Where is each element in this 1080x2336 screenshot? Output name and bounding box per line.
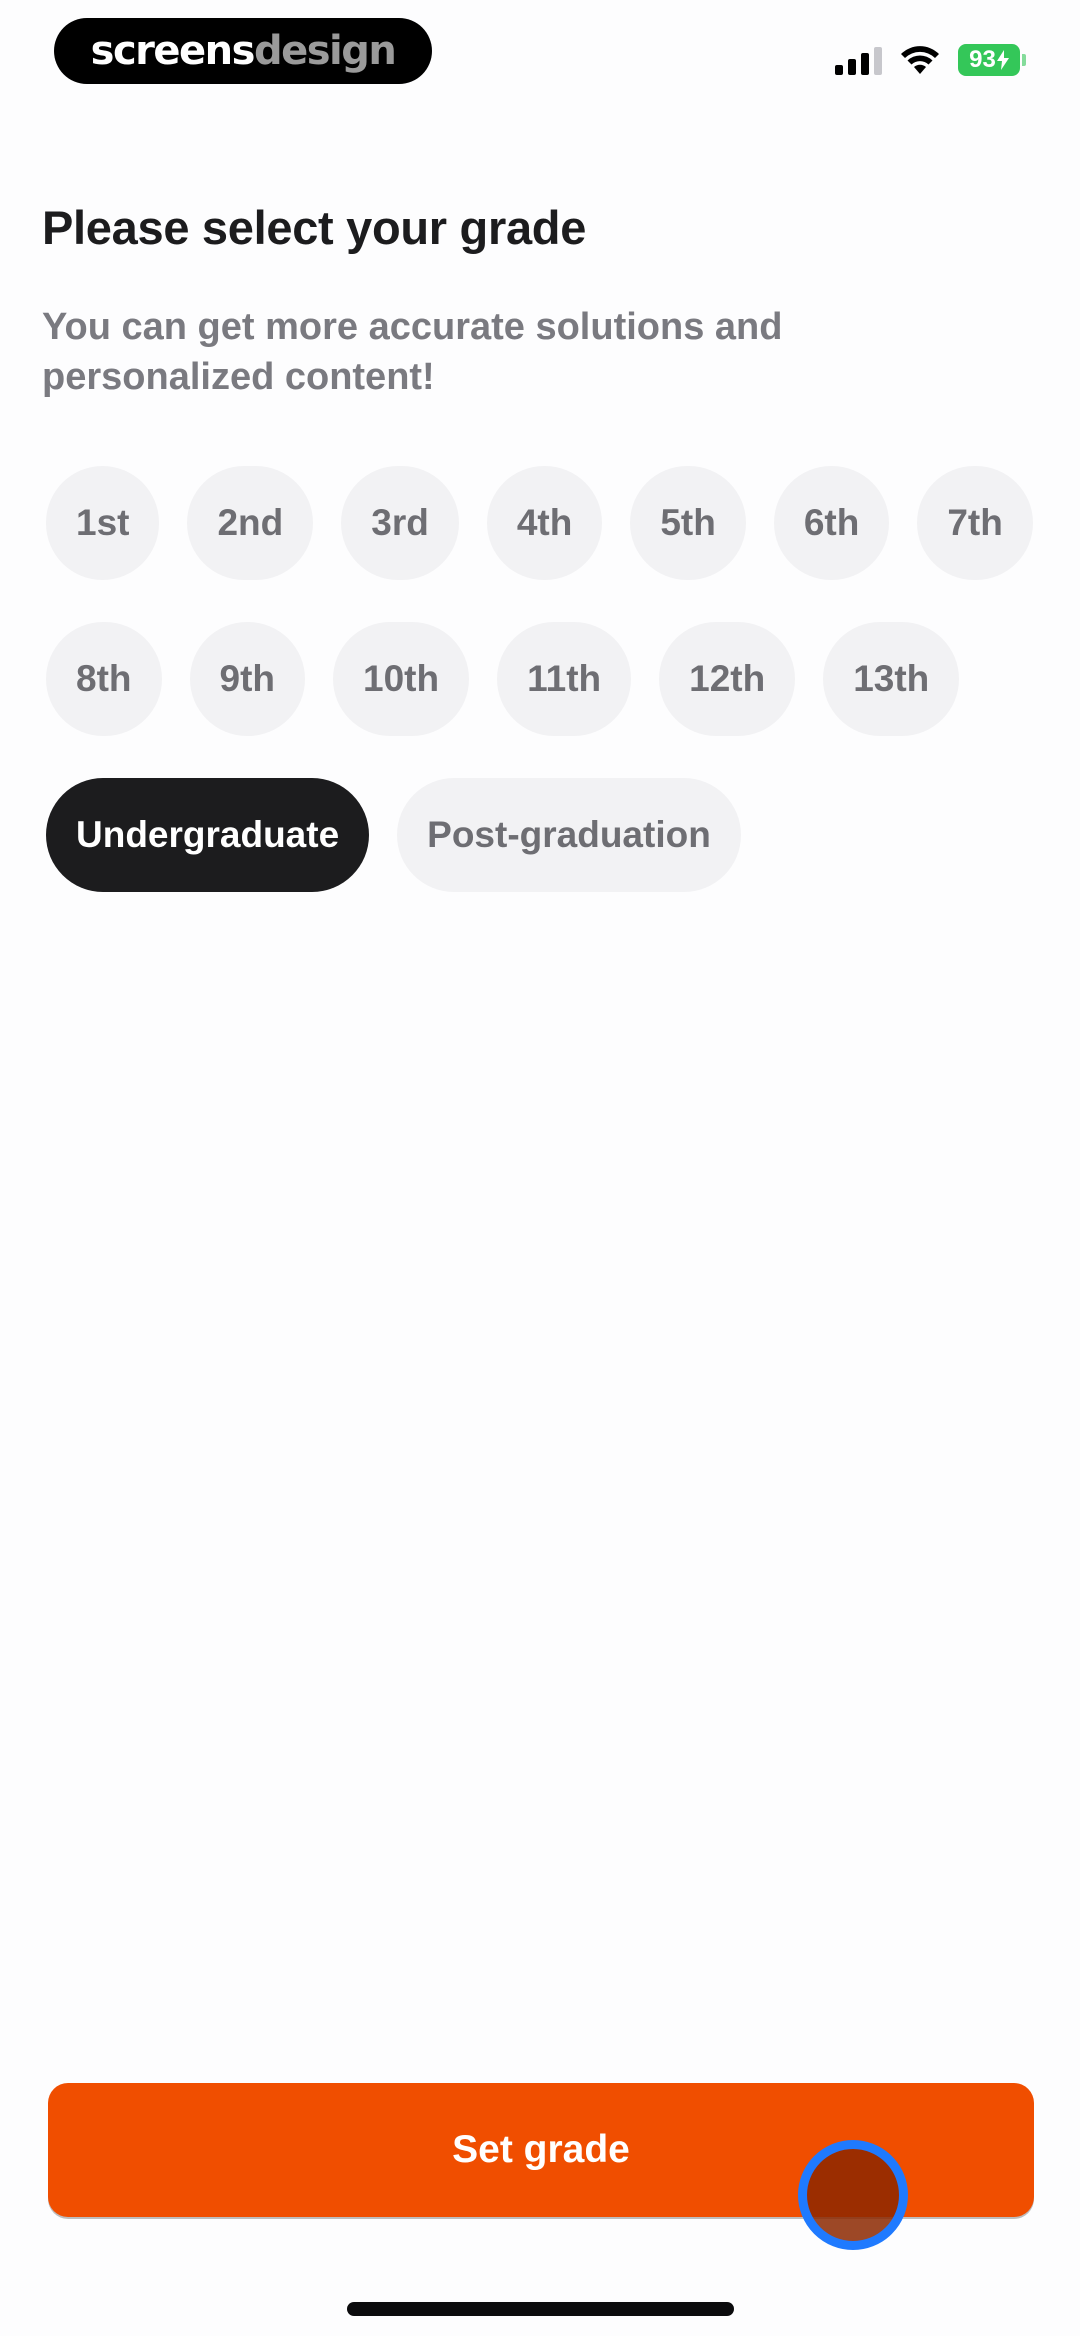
grade-chip-13th[interactable]: 13th: [823, 622, 960, 736]
brand-logo: screens design: [54, 18, 432, 84]
grade-chip-2nd[interactable]: 2nd: [187, 466, 314, 580]
page-title: Please select your grade: [42, 201, 587, 254]
grade-options: 1st 2nd 3rd 4th 5th 6th 7th 8th 9th 10th…: [46, 466, 1046, 892]
battery-level: 93: [969, 46, 996, 73]
grade-chip-5th[interactable]: 5th: [630, 466, 746, 580]
set-grade-button[interactable]: Set grade: [48, 2083, 1034, 2217]
cellular-signal-icon: [835, 45, 882, 75]
grade-chip-3rd[interactable]: 3rd: [341, 466, 459, 580]
grade-chip-undergraduate[interactable]: Undergraduate: [46, 778, 370, 892]
grade-chip-4th[interactable]: 4th: [486, 466, 603, 580]
battery-charging-icon: 93: [958, 44, 1026, 76]
grade-chip-1st[interactable]: 1st: [46, 466, 160, 580]
grade-chip-10th[interactable]: 10th: [333, 622, 470, 736]
grade-chip-6th[interactable]: 6th: [773, 466, 890, 580]
grade-selection-screen: screens design 93 Please select your grad…: [0, 0, 1080, 2336]
grade-chip-12th[interactable]: 12th: [659, 622, 796, 736]
bolt-icon: [996, 50, 1009, 70]
grade-chip-8th[interactable]: 8th: [46, 622, 162, 736]
brand-logo-part1: screens: [90, 28, 256, 74]
page-subtitle: You can get more accurate solutions and …: [42, 306, 783, 398]
home-indicator[interactable]: [347, 2302, 734, 2316]
status-icons: 93: [835, 40, 1026, 80]
brand-logo-part2: design: [253, 28, 397, 74]
wifi-icon: [901, 46, 939, 74]
grade-chip-7th[interactable]: 7th: [917, 466, 1033, 580]
grade-chip-11th[interactable]: 11th: [497, 622, 632, 736]
grade-chip-post-graduation[interactable]: Post-graduation: [397, 778, 741, 892]
grade-chip-9th[interactable]: 9th: [189, 622, 305, 736]
